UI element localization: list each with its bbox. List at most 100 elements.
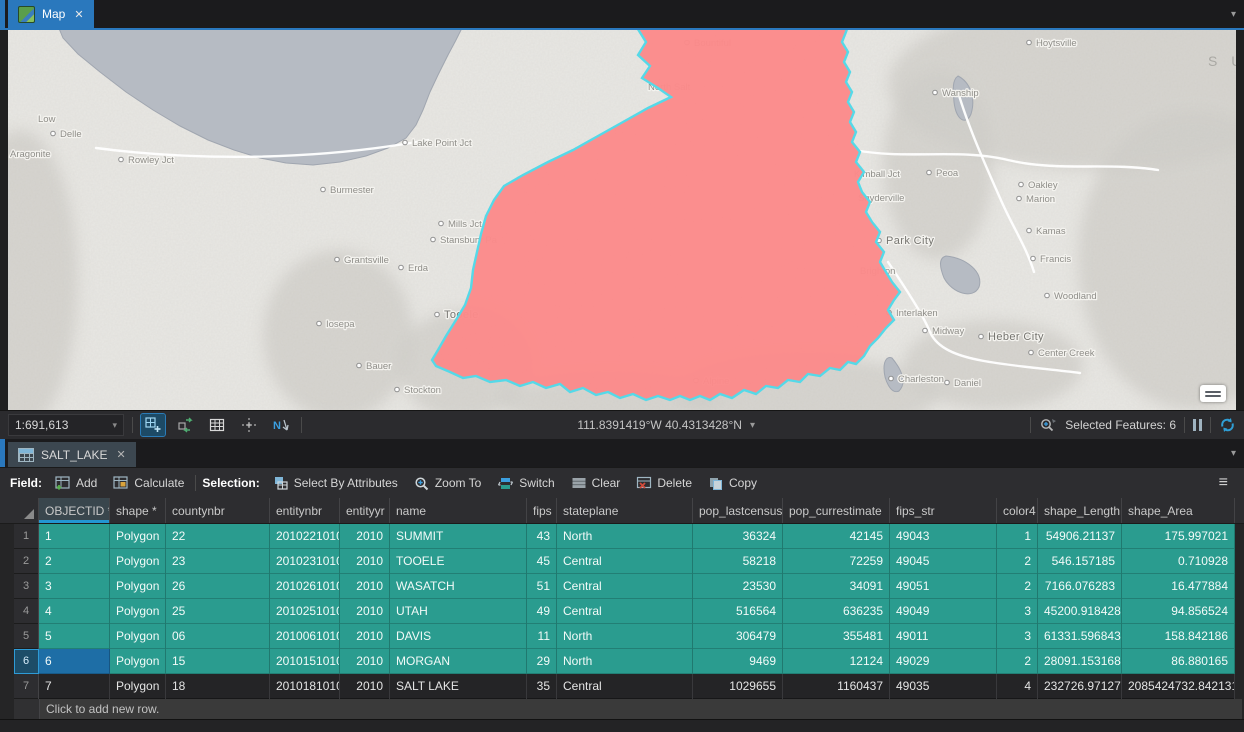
cell-entitynbr-row-2[interactable]: 2010231010 [270, 549, 340, 574]
north-orientation-button[interactable]: N [269, 414, 293, 436]
cell-shape-length-row-6[interactable]: 28091.153168 [1038, 649, 1122, 674]
select-by-attributes-button[interactable]: Select By Attributes [268, 474, 403, 493]
cell-fips-str-row-1[interactable]: 49043 [890, 524, 997, 549]
column-header-entitynbr[interactable]: entitynbr [270, 498, 340, 523]
column-header-countynbr[interactable]: countynbr [166, 498, 270, 523]
row-number-5[interactable]: 5 [14, 624, 39, 649]
table-row-6[interactable]: 66Polygon1520101510102010MORGAN29North94… [0, 649, 1244, 674]
cell-pop-currestimate-row-3[interactable]: 34091 [783, 574, 890, 599]
column-header-fips-str[interactable]: fips_str [890, 498, 997, 523]
cell-fips-row-1[interactable]: 43 [527, 524, 557, 549]
column-header-entityyr[interactable]: entityyr [340, 498, 390, 523]
cell-fips-row-3[interactable]: 51 [527, 574, 557, 599]
cell-color4-row-1[interactable]: 1 [997, 524, 1038, 549]
cell-entitynbr-row-1[interactable]: 2010221010 [270, 524, 340, 549]
cell-name-row-2[interactable]: TOOELE [390, 549, 527, 574]
cell-name-row-5[interactable]: DAVIS [390, 624, 527, 649]
cell-fips-str-row-7[interactable]: 49035 [890, 674, 997, 699]
cell-objectid-row-1[interactable]: 1 [39, 524, 110, 549]
cell-pop-lastcensus-row-5[interactable]: 306479 [693, 624, 783, 649]
column-header-pop-currestimate[interactable]: pop_currestimate [783, 498, 890, 523]
cell-shape-area-row-3[interactable]: 16.477884 [1122, 574, 1235, 599]
cell-pop-lastcensus-row-1[interactable]: 36324 [693, 524, 783, 549]
cell-shape-length-row-1[interactable]: 54906.21137 [1038, 524, 1122, 549]
cell-entitynbr-row-6[interactable]: 2010151010 [270, 649, 340, 674]
cell-shape-area-row-5[interactable]: 158.842186 [1122, 624, 1235, 649]
add-new-row[interactable]: Click to add new row. [0, 699, 1244, 719]
cell-color4-row-4[interactable]: 3 [997, 599, 1038, 624]
table-row-1[interactable]: 11Polygon2220102210102010SUMMIT43North36… [0, 524, 1244, 549]
column-header-shape-area[interactable]: shape_Area [1122, 498, 1235, 523]
cell-fips-row-4[interactable]: 49 [527, 599, 557, 624]
column-header-name[interactable]: name [390, 498, 527, 523]
cell-entitynbr-row-3[interactable]: 2010261010 [270, 574, 340, 599]
cell-shape-area-row-4[interactable]: 94.856524 [1122, 599, 1235, 624]
cell-countynbr-row-3[interactable]: 26 [166, 574, 270, 599]
snapping-button[interactable] [141, 414, 165, 436]
cell-color4-row-3[interactable]: 2 [997, 574, 1038, 599]
cell-entityyr-row-3[interactable]: 2010 [340, 574, 390, 599]
cell-shape-row-2[interactable]: Polygon [110, 549, 166, 574]
cell-pop-lastcensus-row-2[interactable]: 58218 [693, 549, 783, 574]
column-header-fips[interactable]: fips [527, 498, 557, 523]
cell-color4-row-6[interactable]: 2 [997, 649, 1038, 674]
row-number-3[interactable]: 3 [14, 574, 39, 599]
cell-countynbr-row-1[interactable]: 22 [166, 524, 270, 549]
row-number-1[interactable]: 1 [14, 524, 39, 549]
pause-drawing-icon[interactable] [1193, 419, 1202, 431]
cell-name-row-3[interactable]: WASATCH [390, 574, 527, 599]
selected-features-count[interactable]: Selected Features: 6 [1065, 418, 1176, 432]
cell-entitynbr-row-7[interactable]: 2010181010 [270, 674, 340, 699]
cell-countynbr-row-4[interactable]: 25 [166, 599, 270, 624]
cell-fips-row-6[interactable]: 29 [527, 649, 557, 674]
cell-name-row-6[interactable]: MORGAN [390, 649, 527, 674]
cell-pop-currestimate-row-1[interactable]: 42145 [783, 524, 890, 549]
cell-fips-str-row-5[interactable]: 49011 [890, 624, 997, 649]
table-row-2[interactable]: 22Polygon2320102310102010TOOELE45Central… [0, 549, 1244, 574]
row-number-7[interactable]: 7 [14, 674, 39, 699]
cell-shape-row-6[interactable]: Polygon [110, 649, 166, 674]
column-header-objectid[interactable]: OBJECTID * [39, 498, 110, 523]
map-scale-select[interactable]: 1:691,613 ▾ [8, 414, 124, 436]
close-map-tab-icon[interactable]: ✕ [74, 8, 83, 21]
copy-button[interactable]: Copy [703, 474, 762, 493]
zoom-to-button[interactable]: Zoom To [409, 474, 486, 493]
cell-pop-currestimate-row-2[interactable]: 72259 [783, 549, 890, 574]
cell-name-row-7[interactable]: SALT LAKE [390, 674, 527, 699]
cell-color4-row-2[interactable]: 2 [997, 549, 1038, 574]
cell-shape-length-row-3[interactable]: 7166.076283 [1038, 574, 1122, 599]
cell-shape-row-3[interactable]: Polygon [110, 574, 166, 599]
tab-map[interactable]: Map ✕ [8, 0, 94, 28]
clear-selection-button[interactable]: Clear [566, 474, 626, 492]
cell-shape-row-7[interactable]: Polygon [110, 674, 166, 699]
cell-objectid-row-2[interactable]: 2 [39, 549, 110, 574]
cell-shape-area-row-2[interactable]: 0.710928 [1122, 549, 1235, 574]
cell-objectid-row-5[interactable]: 5 [39, 624, 110, 649]
cell-fips-row-7[interactable]: 35 [527, 674, 557, 699]
table-tab-strip-menu-icon[interactable]: ▾ [1223, 448, 1244, 459]
move-features-button[interactable] [173, 414, 197, 436]
cell-entityyr-row-2[interactable]: 2010 [340, 549, 390, 574]
crosshair-button[interactable] [237, 414, 261, 436]
cell-pop-lastcensus-row-7[interactable]: 1029655 [693, 674, 783, 699]
cell-stateplane-row-2[interactable]: Central [557, 549, 693, 574]
cell-shape-length-row-4[interactable]: 45200.918428 [1038, 599, 1122, 624]
close-table-tab-icon[interactable]: ✕ [116, 448, 125, 461]
cell-pop-lastcensus-row-6[interactable]: 9469 [693, 649, 783, 674]
map-tab-strip-menu-icon[interactable]: ▾ [1223, 9, 1244, 20]
table-row-5[interactable]: 55Polygon0620100610102010DAVIS11North306… [0, 624, 1244, 649]
cell-pop-currestimate-row-4[interactable]: 636235 [783, 599, 890, 624]
cell-shape-length-row-7[interactable]: 232726.971272 [1038, 674, 1122, 699]
cell-pop-currestimate-row-6[interactable]: 12124 [783, 649, 890, 674]
column-header-stateplane[interactable]: stateplane [557, 498, 693, 523]
cell-shape-length-row-5[interactable]: 61331.596843 [1038, 624, 1122, 649]
table-row-4[interactable]: 44Polygon2520102510102010UTAH49Central51… [0, 599, 1244, 624]
cell-fips-str-row-3[interactable]: 49051 [890, 574, 997, 599]
table-menu-button[interactable]: ≡ [1213, 474, 1234, 492]
cell-fips-row-2[interactable]: 45 [527, 549, 557, 574]
dock-popup-button[interactable] [1200, 385, 1226, 402]
cell-entityyr-row-1[interactable]: 2010 [340, 524, 390, 549]
refresh-icon[interactable] [1219, 417, 1236, 433]
cell-fips-str-row-6[interactable]: 49029 [890, 649, 997, 674]
cell-objectid-row-4[interactable]: 4 [39, 599, 110, 624]
